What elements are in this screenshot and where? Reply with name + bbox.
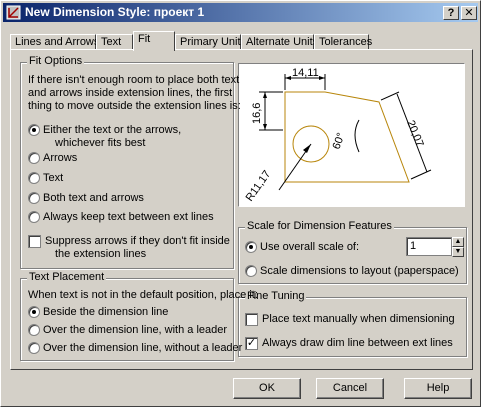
radio-either-text-or-arrows[interactable] xyxy=(28,124,40,136)
radio-over-without-leader-label[interactable]: Over the dimension line, without a leade… xyxy=(43,342,242,355)
use-overall-scale-label[interactable]: Use overall scale of: xyxy=(260,241,359,254)
help-title-button[interactable]: ? xyxy=(443,6,459,20)
scale-to-layout-label[interactable]: Scale dimensions to layout (paperspace) xyxy=(260,265,459,278)
preview-label-radius: R11,17 xyxy=(244,168,274,203)
radio-over-with-leader-label[interactable]: Over the dimension line, with a leader xyxy=(43,324,227,337)
tab-primary-units[interactable]: Primary Units xyxy=(175,34,246,50)
ok-button[interactable]: OK xyxy=(233,378,301,399)
preview-label-angle: 60° xyxy=(331,131,348,151)
place-text-manually-label[interactable]: Place text manually when dimensioning xyxy=(262,313,455,326)
radio-arrows[interactable] xyxy=(28,152,40,164)
radio-over-with-leader[interactable] xyxy=(28,324,40,336)
scale-spin-down[interactable]: ▼ xyxy=(452,247,464,257)
tab-tolerances[interactable]: Tolerances xyxy=(314,34,372,50)
tab-lines-and-arrows[interactable]: Lines and Arrows xyxy=(10,34,99,50)
text-placement-description: When text is not in the default position… xyxy=(28,289,258,301)
cancel-button[interactable]: Cancel xyxy=(316,378,384,399)
fit-options-legend: Fit Options xyxy=(27,55,85,67)
always-draw-dim-line-checkbox[interactable]: ✓ xyxy=(245,337,258,350)
scale-legend: Scale for Dimension Features xyxy=(245,220,394,232)
text-placement-legend: Text Placement xyxy=(27,271,107,283)
radio-both-text-and-arrows[interactable] xyxy=(28,192,40,204)
preview-pane: 14,11 16,6 20,07 60° R11,17 xyxy=(238,63,465,207)
preview-label-left: 16,6 xyxy=(251,103,263,124)
radio-text[interactable] xyxy=(28,172,40,184)
radio-use-overall-scale[interactable] xyxy=(245,241,257,253)
preview-label-right: 20,07 xyxy=(404,119,425,149)
title-bar[interactable]: New Dimension Style: проект 1 ? ✕ xyxy=(3,3,478,22)
place-text-manually-checkbox[interactable] xyxy=(245,313,258,326)
help-button[interactable]: Help xyxy=(404,378,472,399)
suppress-arrows-label-1[interactable]: Suppress arrows if they don't fit inside xyxy=(45,235,230,248)
tab-fit[interactable]: Fit xyxy=(133,31,175,51)
suppress-arrows-label-2[interactable]: the extension lines xyxy=(55,248,146,261)
radio-scale-to-layout[interactable] xyxy=(245,265,257,277)
radio-always-keep-label[interactable]: Always keep text between ext lines xyxy=(43,211,214,224)
radio-either-label-1[interactable]: Either the text or the arrows, xyxy=(43,124,181,137)
app-icon xyxy=(6,5,21,20)
radio-over-without-leader[interactable] xyxy=(28,342,40,354)
radio-beside-label[interactable]: Beside the dimension line xyxy=(43,306,168,319)
radio-arrows-label[interactable]: Arrows xyxy=(43,152,77,165)
radio-always-keep-text[interactable] xyxy=(28,211,40,223)
window-title: New Dimension Style: проект 1 xyxy=(25,5,205,19)
radio-beside-dimension-line[interactable] xyxy=(28,306,40,318)
tab-alternate-units[interactable]: Alternate Units xyxy=(241,34,318,50)
close-button[interactable]: ✕ xyxy=(461,6,477,20)
fit-description-line-2: and arrows inside extension lines, the f… xyxy=(28,87,233,99)
preview-label-top: 14,11 xyxy=(292,67,319,79)
overall-scale-input[interactable]: 1 xyxy=(406,237,452,256)
preview-geometry xyxy=(284,91,410,183)
tab-text[interactable]: Text xyxy=(96,34,133,50)
preview-part-outline xyxy=(284,91,410,183)
radio-both-label[interactable]: Both text and arrows xyxy=(43,192,144,205)
always-draw-dim-line-label[interactable]: Always draw dim line between ext lines xyxy=(262,337,453,350)
radio-either-label-2[interactable]: whichever fits best xyxy=(55,137,145,150)
radio-text-label[interactable]: Text xyxy=(43,172,63,185)
dialog-window: New Dimension Style: проект 1 ? ✕ Lines … xyxy=(0,0,481,407)
suppress-arrows-checkbox[interactable] xyxy=(28,235,41,248)
preview-arrowheads xyxy=(263,76,325,153)
scale-spin-up[interactable]: ▲ xyxy=(452,237,464,247)
fit-description-line-1: If there isn't enough room to place both… xyxy=(28,74,240,86)
dimension-preview-drawing: 14,11 16,6 20,07 60° R11,17 xyxy=(244,67,432,204)
fit-description-line-3: thing to move outside the extension line… xyxy=(28,100,241,112)
